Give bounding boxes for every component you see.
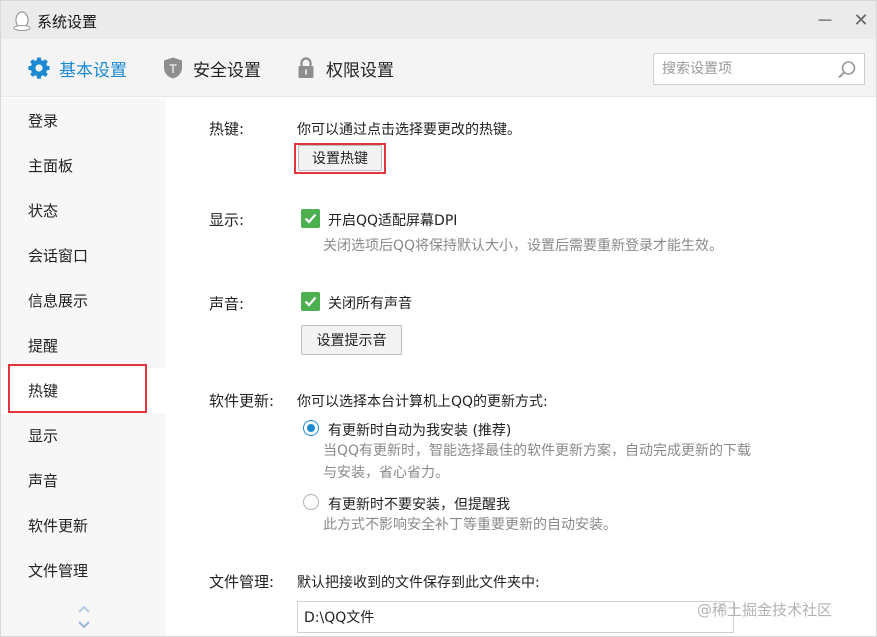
update-description: 你可以选择本台计算机上QQ的更新方式: — [297, 394, 548, 410]
checkmark-icon — [304, 296, 317, 307]
title-bar[interactable]: 系统设置 － ✕ — [1, 1, 876, 39]
sidebar-item-software-update[interactable]: 软件更新 — [1, 503, 166, 548]
tab-security-settings[interactable]: 安全设置 — [161, 53, 261, 83]
shield-icon — [164, 57, 182, 79]
qq-penguin-icon — [13, 11, 31, 31]
set-alert-sound-button[interactable]: 设置提示音 — [301, 325, 402, 355]
sidebar-item-chat-window[interactable]: 会话窗口 — [1, 233, 166, 278]
top-nav: 基本设置 安全设置 权限设置 — [1, 39, 876, 97]
settings-content: 热键: 你可以通过点击选择要更改的热键。 设置热键 显示: 开启QQ适配屏幕DP… — [166, 98, 876, 636]
checkmark-icon — [304, 213, 317, 224]
update-section-label: 软件更新: — [209, 392, 275, 410]
notify-only-hint: 此方式不影响安全补丁等重要更新的自动安装。 — [323, 517, 617, 533]
dpi-hint: 关闭选项后QQ将保持默认大小，设置后需要重新登录才能生效。 — [323, 238, 724, 254]
settings-window: 系统设置 － ✕ 基本设置 安全设置 权限设置 搜索设置项 登录 主面板 状态 … — [0, 0, 877, 637]
sidebar: 登录 主面板 状态 会话窗口 信息展示 提醒 热键 显示 声音 软件更新 文件管… — [1, 98, 166, 636]
tab-security-label: 安全设置 — [193, 60, 261, 81]
watermark: @稀土掘金技术社区 — [697, 601, 833, 619]
gear-icon — [28, 57, 50, 79]
sidebar-item-reminder[interactable]: 提醒 — [1, 323, 166, 368]
tab-basic-settings[interactable]: 基本设置 — [27, 53, 127, 83]
window-title: 系统设置 — [37, 13, 98, 31]
set-hotkey-highlight-box — [294, 143, 386, 174]
sidebar-item-display[interactable]: 显示 — [1, 413, 166, 458]
sidebar-item-main-panel[interactable]: 主面板 — [1, 143, 166, 188]
auto-install-label[interactable]: 有更新时自动为我安装 (推荐) — [328, 420, 511, 440]
files-section-label: 文件管理: — [209, 573, 275, 591]
mute-all-checkbox[interactable] — [301, 292, 320, 311]
dpi-checkbox[interactable] — [301, 209, 320, 228]
files-description: 默认把接收到的文件保存到此文件夹中: — [297, 575, 540, 591]
search-box — [653, 53, 865, 85]
sidebar-item-sound[interactable]: 声音 — [1, 458, 166, 503]
tab-permission-settings[interactable]: 权限设置 — [294, 53, 394, 83]
search-icon[interactable] — [836, 59, 858, 81]
mute-all-label[interactable]: 关闭所有声音 — [328, 293, 412, 313]
auto-install-hint-line1: 当QQ有更新时，智能选择最佳的软件更新方案，自动完成更新的下载 — [323, 443, 752, 459]
tab-basic-label: 基本设置 — [59, 60, 127, 81]
sound-section-label: 声音: — [209, 295, 245, 313]
download-folder-input[interactable] — [297, 601, 734, 633]
hotkey-highlight-box — [8, 364, 147, 413]
tab-permission-label: 权限设置 — [326, 60, 394, 81]
scroll-up-icon[interactable] — [77, 604, 91, 614]
sidebar-item-login[interactable]: 登录 — [1, 98, 166, 143]
dpi-checkbox-label[interactable]: 开启QQ适配屏幕DPI — [328, 210, 457, 230]
search-input[interactable] — [654, 55, 829, 83]
notify-only-label[interactable]: 有更新时不要安装，但提醒我 — [328, 494, 510, 514]
display-section-label: 显示: — [209, 211, 245, 229]
notify-only-radio[interactable] — [303, 494, 319, 510]
sidebar-item-file-management[interactable]: 文件管理 — [1, 548, 166, 593]
sidebar-item-info-display[interactable]: 信息展示 — [1, 278, 166, 323]
lock-icon — [298, 57, 314, 78]
scroll-down-icon[interactable] — [77, 620, 91, 630]
hotkey-description: 你可以通过点击选择要更改的热键。 — [297, 122, 521, 138]
minimize-button[interactable]: － — [814, 9, 836, 32]
close-button[interactable]: ✕ — [850, 9, 872, 31]
auto-install-radio[interactable] — [303, 420, 319, 436]
sidebar-item-status[interactable]: 状态 — [1, 188, 166, 233]
hotkey-section-label: 热键: — [209, 120, 245, 138]
auto-install-hint-line2: 与安装，省心省力。 — [323, 465, 449, 481]
